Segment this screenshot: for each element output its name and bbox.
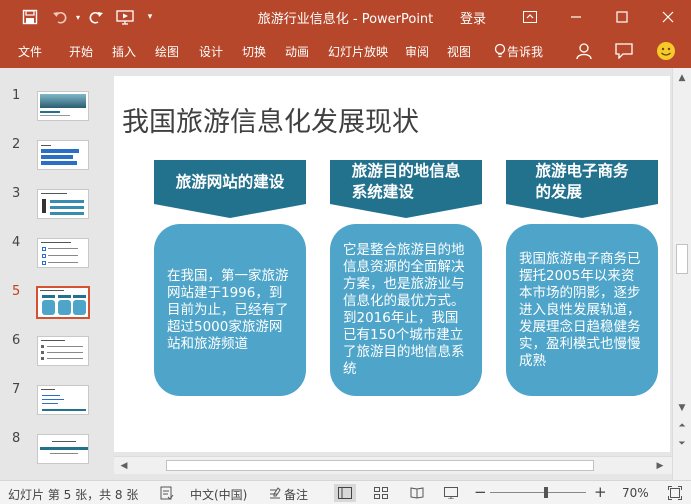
app-name: PowerPoint: [361, 12, 434, 27]
normal-view-icon[interactable]: [334, 484, 356, 502]
thumb-number-3: 3: [12, 186, 21, 201]
document-title: 旅游行业信息化: [257, 12, 349, 27]
work-area: 1 2 3 4 5 6 7 8 我国旅游信息化发展现状 旅游网站的建设 在我国，…: [0, 68, 691, 480]
ribbon-display-options-icon[interactable]: [507, 0, 553, 34]
save-icon[interactable]: [18, 5, 42, 29]
reading-view-icon[interactable]: [408, 484, 426, 502]
previous-slide-icon[interactable]: ⏶: [674, 418, 690, 434]
column-1-body[interactable]: 在我国，第一家旅游网站建于1996，到目前为止，已经有了超过5000家旅游网站和…: [154, 224, 306, 396]
thumb-number-4: 4: [12, 235, 21, 250]
column-1-text: 在我国，第一家旅游网站建于1996，到目前为止，已经有了超过5000家旅游网站和…: [167, 267, 289, 352]
notes-button[interactable]: 备注: [284, 486, 308, 503]
column-2-pointer: [330, 204, 482, 218]
thumb-number-7: 7: [12, 382, 21, 397]
notes-icon[interactable]: [266, 484, 284, 502]
slide-canvas[interactable]: 我国旅游信息化发展现状 旅游网站的建设 在我国，第一家旅游网站建于1996，到目…: [114, 76, 670, 452]
slide-thumbnail-4[interactable]: [37, 238, 89, 268]
column-3-text: 我国旅游电子商务已摆托2005年以来资本市场的阴影，逐步进入良性发展轨道，发展理…: [519, 250, 641, 369]
tab-animations[interactable]: 动画: [285, 43, 309, 60]
slide-thumbnail-5-selected[interactable]: [36, 286, 90, 319]
slide-thumbnail-3[interactable]: [37, 189, 89, 219]
smiley-icon[interactable]: [654, 39, 678, 63]
column-1-header-line1: 旅游网站的建设: [175, 172, 285, 191]
thumbnail-pane: 1 2 3 4 5 6 7 8: [0, 68, 108, 480]
column-2-body[interactable]: 它是整合旅游目的地信息资源的全面解决方案，也是旅游业与信息化的最优方式。到201…: [330, 224, 482, 396]
redo-icon[interactable]: [84, 5, 108, 29]
zoom-out-button[interactable]: −: [474, 483, 487, 501]
slide-counter: 幻灯片 第 5 张，共 8 张: [8, 488, 139, 502]
thumb-number-5: 5: [12, 284, 21, 299]
fit-to-window-icon[interactable]: [666, 484, 684, 502]
scroll-up-arrow-icon[interactable]: ▲: [674, 70, 690, 86]
column-2-text: 它是整合旅游目的地信息资源的全面解决方案，也是旅游业与信息化的最优方式。到201…: [343, 242, 465, 377]
tell-me-input[interactable]: 告诉我: [507, 43, 543, 60]
tab-review[interactable]: 审阅: [405, 43, 429, 60]
login-link[interactable]: 登录: [460, 8, 486, 27]
tab-draw[interactable]: 绘图: [155, 43, 179, 60]
tab-transitions[interactable]: 切换: [242, 43, 266, 60]
zoom-slider-thumb[interactable]: [543, 487, 548, 498]
next-slide-icon[interactable]: ⏷: [674, 436, 690, 452]
column-1-header[interactable]: 旅游网站的建设: [154, 160, 306, 204]
column-2-header-line2: 系统建设: [351, 183, 414, 201]
tab-home[interactable]: 开始: [69, 43, 93, 60]
column-3-pointer: [506, 204, 658, 218]
tab-design[interactable]: 设计: [199, 43, 223, 60]
column-2-header-line1: 旅游目的地信息: [351, 162, 461, 180]
horizontal-scrollbar[interactable]: ◀ ▶: [114, 456, 672, 474]
tab-file[interactable]: 文件: [18, 43, 42, 60]
customize-quick-access-icon[interactable]: ▾: [142, 5, 158, 29]
zoom-slider-track[interactable]: [490, 492, 586, 493]
column-1-pointer: [154, 204, 306, 218]
undo-icon[interactable]: [48, 5, 72, 29]
start-from-beginning-icon[interactable]: [113, 5, 137, 29]
scroll-left-arrow-icon[interactable]: ◀: [116, 458, 132, 474]
language-indicator[interactable]: 中文(中国): [190, 486, 247, 503]
slide-thumbnail-8[interactable]: [37, 434, 89, 464]
thumb-number-1: 1: [12, 88, 21, 103]
slide-thumbnail-1[interactable]: [37, 91, 89, 121]
spell-check-icon[interactable]: [158, 484, 176, 502]
slideshow-view-icon[interactable]: [442, 484, 460, 502]
zoom-in-button[interactable]: +: [594, 483, 607, 501]
ribbon-tabs: 文件 开始 插入 绘图 设计 切换 动画 幻灯片放映 审阅 视图 告诉我: [0, 34, 691, 68]
tab-slideshow[interactable]: 幻灯片放映: [328, 43, 388, 60]
column-3-header[interactable]: 旅游电子商务 的发展: [506, 160, 658, 204]
maximize-icon[interactable]: [599, 0, 645, 34]
thumb-number-8: 8: [12, 431, 21, 446]
account-icon[interactable]: [572, 39, 596, 63]
status-bar: 幻灯片 第 5 张，共 8 张 中文(中国) 备注 − + 70%: [0, 480, 691, 504]
column-3-header-line2: 的发展: [535, 183, 582, 201]
column-3-header-line1: 旅游电子商务: [535, 162, 629, 180]
slide-thumbnail-2[interactable]: [37, 140, 89, 170]
slide-sorter-view-icon[interactable]: [372, 484, 390, 502]
close-icon[interactable]: [645, 0, 691, 34]
tab-insert[interactable]: 插入: [112, 43, 136, 60]
thumb-number-6: 6: [12, 333, 21, 348]
column-3-body[interactable]: 我国旅游电子商务已摆托2005年以来资本市场的阴影，逐步进入良性发展轨道，发展理…: [506, 224, 658, 396]
slide-thumbnail-7[interactable]: [37, 385, 89, 415]
title-bar: ▾ ▾ 旅游行业信息化 - PowerPoint 登录: [0, 0, 691, 34]
vertical-scrollbar[interactable]: ▲ ▼ ⏶ ⏷: [672, 68, 691, 480]
slide-thumbnail-6[interactable]: [37, 336, 89, 366]
undo-dropdown-icon[interactable]: ▾: [72, 5, 84, 29]
slide-title[interactable]: 我国旅游信息化发展现状: [122, 100, 419, 139]
scroll-right-arrow-icon[interactable]: ▶: [652, 458, 668, 474]
vertical-scroll-thumb[interactable]: [676, 244, 688, 274]
zoom-level[interactable]: 70%: [622, 486, 649, 500]
column-2-header[interactable]: 旅游目的地信息 系统建设: [330, 160, 482, 204]
horizontal-scroll-thumb[interactable]: [166, 460, 594, 471]
scroll-down-arrow-icon[interactable]: ▼: [674, 400, 690, 416]
comments-icon[interactable]: [612, 39, 636, 63]
thumb-number-2: 2: [12, 137, 21, 152]
tab-view[interactable]: 视图: [447, 43, 471, 60]
minimize-icon[interactable]: [553, 0, 599, 34]
